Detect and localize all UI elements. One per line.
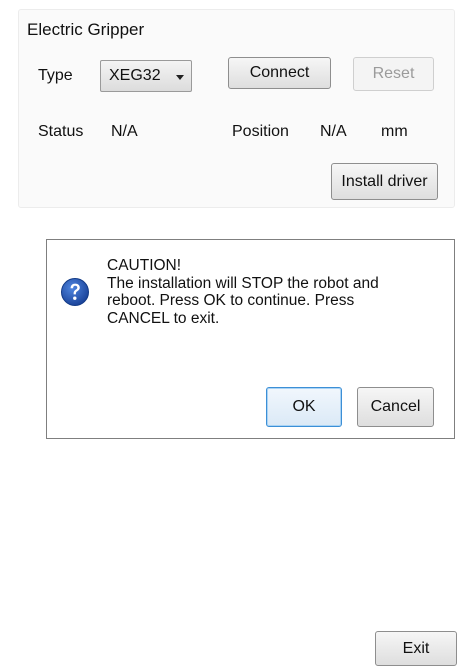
type-select[interactable]: XEG32 — [100, 60, 192, 92]
status-value: N/A — [111, 123, 138, 140]
question-icon — [61, 278, 89, 306]
gripper-panel: Electric Gripper Type XEG32 Connect Rese… — [0, 0, 465, 668]
reset-button[interactable]: Reset — [353, 57, 434, 91]
dialog-message-line: The installation will STOP the robot and — [107, 274, 379, 292]
chevron-down-icon — [176, 75, 184, 80]
status-label: Status — [38, 123, 84, 140]
dialog-message: CAUTION! The installation will STOP the … — [107, 257, 427, 327]
type-select-value: XEG32 — [109, 67, 161, 84]
exit-button[interactable]: Exit — [375, 631, 457, 666]
dialog-heading: CAUTION! — [107, 257, 182, 274]
connect-button[interactable]: Connect — [228, 57, 331, 89]
cancel-button[interactable]: Cancel — [357, 387, 434, 427]
dialog-message-line: reboot. Press OK to continue. Press — [107, 292, 355, 309]
position-unit: mm — [381, 123, 408, 140]
ok-button[interactable]: OK — [266, 387, 342, 427]
position-label: Position — [232, 123, 289, 140]
install-driver-button[interactable]: Install driver — [331, 163, 438, 200]
position-value: N/A — [320, 123, 347, 140]
type-label: Type — [38, 67, 73, 84]
group-title: Electric Gripper — [27, 20, 145, 39]
dialog-message-line: CANCEL to exit. — [107, 309, 220, 327]
